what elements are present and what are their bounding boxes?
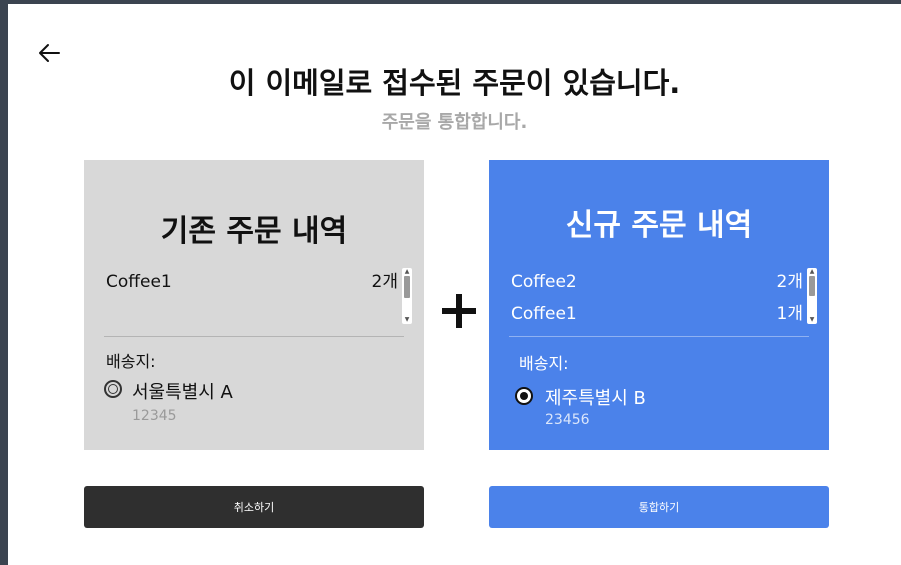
new-order-card: 신규 주문 내역 Coffee2 2개 Coffee1 1개 ▲ ▼ 배송지: … <box>489 160 829 450</box>
address-label: 배송지: <box>519 354 569 373</box>
scroll-up-icon[interactable]: ▲ <box>807 268 817 276</box>
merge-order-page: 이 이메일로 접수된 주문이 있습니다. 주문을 통합합니다. 기존 주문 내역… <box>8 4 901 565</box>
existing-address-zip: 12345 <box>132 408 177 424</box>
item-qty: 2개 <box>371 272 398 292</box>
divider <box>104 336 404 337</box>
new-address-zip: 23456 <box>545 412 590 428</box>
new-order-title: 신규 주문 내역 <box>565 208 753 243</box>
order-item: Coffee1 1개 <box>511 298 817 330</box>
order-item: Coffee2 2개 <box>511 266 817 298</box>
existing-items-scrollbar[interactable]: ▲ ▼ <box>402 268 412 324</box>
order-item: Coffee1 2개 <box>106 266 412 298</box>
cancel-button[interactable]: 취소하기 <box>84 486 424 528</box>
scroll-thumb[interactable] <box>404 276 410 298</box>
new-order-items: Coffee2 2개 Coffee1 1개 ▲ ▼ <box>511 266 817 324</box>
scroll-down-icon[interactable]: ▼ <box>402 316 412 324</box>
new-address-radio[interactable] <box>515 387 533 405</box>
scroll-up-icon[interactable]: ▲ <box>402 268 412 276</box>
item-name: Coffee1 <box>511 304 577 324</box>
existing-order-title: 기존 주문 내역 <box>160 214 348 249</box>
item-name: Coffee2 <box>511 272 577 292</box>
existing-address-radio[interactable] <box>104 380 122 398</box>
plus-icon <box>442 294 476 328</box>
radio-dot <box>520 392 528 400</box>
new-items-scrollbar[interactable]: ▲ ▼ <box>807 268 817 324</box>
page-subtitle: 주문을 통합합니다. <box>381 112 528 133</box>
scroll-down-icon[interactable]: ▼ <box>807 316 817 324</box>
radio-ring <box>108 384 118 394</box>
item-qty: 2개 <box>776 272 803 292</box>
divider <box>509 336 809 337</box>
item-name: Coffee1 <box>106 272 172 292</box>
existing-order-card: 기존 주문 내역 Coffee1 2개 ▲ ▼ 배송지: 서울특별시 A 123… <box>84 160 424 450</box>
existing-address-name: 서울특별시 A <box>132 382 233 403</box>
merge-button[interactable]: 통합하기 <box>489 486 829 528</box>
scroll-thumb[interactable] <box>809 276 815 296</box>
item-qty: 1개 <box>776 304 803 324</box>
existing-order-items: Coffee1 2개 ▲ ▼ <box>106 266 412 324</box>
new-address-name: 제주특별시 B <box>545 388 646 409</box>
page-title: 이 이메일로 접수된 주문이 있습니다. <box>228 66 681 100</box>
address-label: 배송지: <box>106 352 156 371</box>
